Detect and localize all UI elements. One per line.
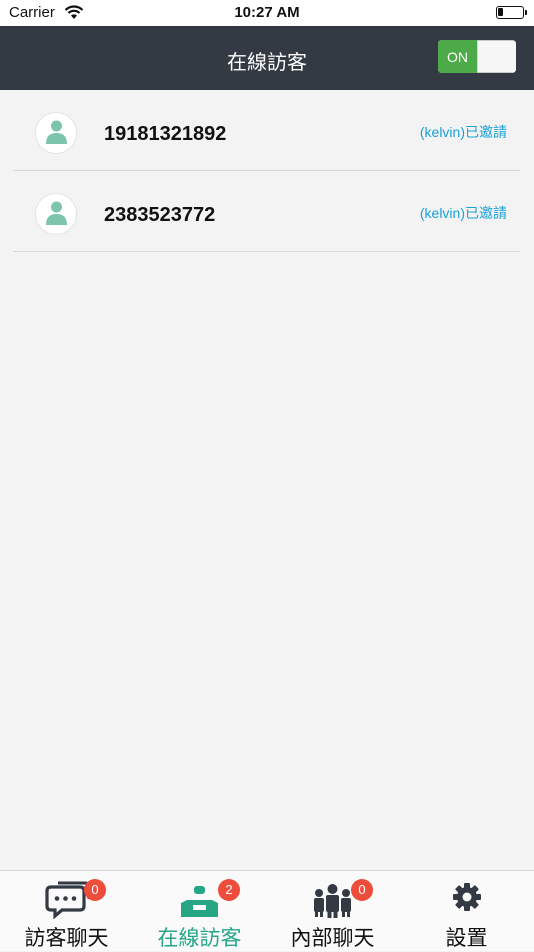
person-icon bbox=[46, 201, 67, 225]
tab-label: 內部聊天 bbox=[290, 927, 375, 950]
nav-bar: 在線訪客 ON bbox=[0, 26, 534, 90]
battery-icon bbox=[496, 6, 527, 19]
invite-status: (kelvin)已邀請 bbox=[419, 124, 507, 140]
group-people-icon bbox=[266, 879, 399, 919]
toggle-on-label: ON bbox=[438, 40, 477, 73]
tab-label: 在線訪客 bbox=[157, 927, 242, 950]
tab-internal-chat[interactable]: 0 內部聊天 bbox=[266, 871, 399, 951]
toggle-knob bbox=[477, 41, 516, 72]
online-visitor-icon bbox=[133, 879, 266, 919]
visitor-list: 19181321892 (kelvin)已邀請 2383523772 (kelv… bbox=[0, 90, 534, 252]
tab-label: 設置 bbox=[445, 927, 488, 950]
chat-bubbles-icon bbox=[0, 879, 133, 920]
invite-status: (kelvin)已邀請 bbox=[419, 205, 507, 221]
avatar bbox=[35, 193, 77, 235]
tab-online-visitors[interactable]: 2 在線訪客 bbox=[133, 871, 266, 951]
badge-count: 2 bbox=[218, 879, 240, 901]
tab-bar: 0 訪客聊天 2 在線訪客 0 內部聊天 設置 bbox=[0, 870, 534, 951]
visitor-id: 2383523772 bbox=[104, 204, 216, 226]
visitor-id: 19181321892 bbox=[104, 123, 227, 145]
badge-count: 0 bbox=[84, 879, 106, 901]
badge-count: 0 bbox=[351, 879, 373, 901]
avatar bbox=[35, 112, 77, 154]
online-toggle[interactable]: ON bbox=[438, 40, 516, 73]
tab-settings[interactable]: 設置 bbox=[400, 871, 533, 951]
gear-icon bbox=[400, 879, 533, 919]
clock: 10:27 AM bbox=[234, 4, 300, 21]
divider bbox=[13, 251, 520, 252]
list-item[interactable]: 2383523772 (kelvin)已邀請 bbox=[0, 171, 534, 252]
tab-label: 訪客聊天 bbox=[24, 927, 109, 950]
person-icon bbox=[46, 120, 67, 144]
tab-visitor-chat[interactable]: 0 訪客聊天 bbox=[0, 871, 133, 951]
list-item[interactable]: 19181321892 (kelvin)已邀請 bbox=[0, 90, 534, 171]
status-bar: Carrier 10:27 AM bbox=[0, 0, 534, 26]
